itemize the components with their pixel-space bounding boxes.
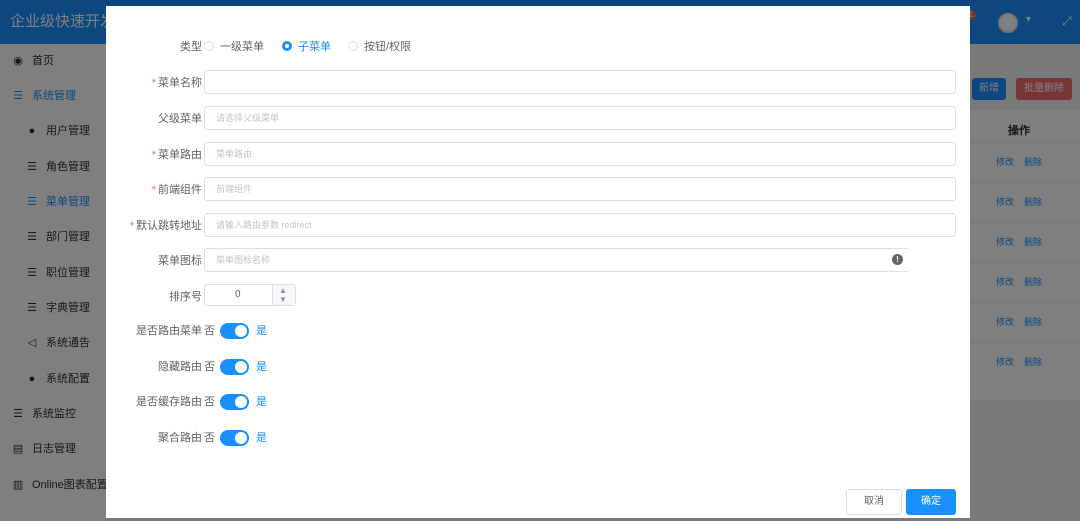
radio-top-level-menu[interactable]: 一级菜单 [204, 40, 264, 54]
switch-off-text: 否 [204, 325, 215, 337]
label-text: 前端组件 [158, 184, 202, 196]
parent-menu-select[interactable]: 请选择父级菜单 [204, 106, 956, 130]
switch-on-text: 是 [256, 325, 267, 337]
menu-name-row: * 菜单名称 [106, 70, 970, 96]
help-icon[interactable]: ! [892, 254, 903, 265]
route-menu-switch-row: 是否路由菜单 否 是 [106, 318, 970, 344]
required-mark: * [151, 149, 156, 161]
chevron-up-icon[interactable]: ▲ [279, 286, 287, 295]
frontend-component-label: * 前端组件 [152, 177, 202, 203]
switch-knob [235, 325, 247, 337]
menu-name-input[interactable] [204, 70, 956, 94]
stepper-arrows: ▲ ▼ [272, 285, 295, 305]
radio-dot-icon [282, 41, 292, 52]
required-mark: * [151, 77, 156, 89]
switch-off-text: 否 [204, 396, 215, 408]
type-label: 类型 [180, 41, 202, 53]
default-redirect-input[interactable]: 请输入路由参数 redirect [204, 213, 956, 237]
cache-route-label: 是否缓存路由 [136, 396, 202, 408]
aggregate-route-switch[interactable] [220, 430, 249, 446]
hide-route-switch-row: 隐藏路由 否 是 [106, 354, 970, 380]
cache-route-switch[interactable] [220, 394, 249, 410]
radio-label: 一级菜单 [220, 41, 264, 53]
radio-label: 子菜单 [298, 41, 331, 53]
cancel-button[interactable]: 取消 [846, 489, 902, 515]
radio-dot-icon [348, 41, 358, 52]
switch-on-text: 是 [256, 361, 267, 373]
switch-on-text: 是 [256, 432, 267, 444]
label-text: 默认跳转地址 [136, 220, 202, 232]
switch-knob [235, 396, 247, 408]
sort-order-row: 排序号 0 ▲ ▼ [106, 284, 970, 310]
parent-menu-row: 父级菜单 请选择父级菜单 [106, 106, 970, 132]
stepper-value: 0 [235, 289, 241, 300]
route-menu-switch[interactable] [220, 323, 249, 339]
menu-route-input[interactable]: 菜单路由 [204, 142, 956, 166]
required-mark: * [129, 220, 134, 232]
menu-icon-label: 菜单图标 [158, 255, 202, 267]
frontend-component-row: * 前端组件 前端组件 [106, 177, 970, 203]
radio-submenu[interactable]: 子菜单 [282, 40, 331, 54]
switch-knob [235, 432, 247, 444]
menu-name-label: * 菜单名称 [152, 70, 202, 96]
menu-icon-input[interactable]: 菜单图标名称 [204, 248, 908, 272]
menu-edit-dialog: 类型 一级菜单 子菜单 按钮/权限 * 菜单名称 父级菜单 请选择父级菜单 * 菜单… [106, 6, 970, 518]
required-mark: * [151, 184, 156, 196]
hide-route-label: 隐藏路由 [158, 361, 202, 373]
default-redirect-label: * 默认跳转地址 [130, 213, 202, 239]
cache-route-switch-row: 是否缓存路由 否 是 [106, 389, 970, 415]
radio-label: 按钮/权限 [364, 41, 412, 53]
aggregate-route-switch-row: 聚合路由 否 是 [106, 425, 970, 451]
default-redirect-row: * 默认跳转地址 请输入路由参数 redirect [106, 213, 970, 239]
menu-route-row: * 菜单路由 菜单路由 [106, 142, 970, 168]
sort-order-stepper[interactable]: 0 ▲ ▼ [204, 284, 296, 306]
radio-dot-icon [204, 41, 214, 52]
hide-route-switch[interactable] [220, 359, 249, 375]
label-text: 菜单名称 [158, 77, 202, 89]
aggregate-route-label: 聚合路由 [158, 432, 202, 444]
sort-order-label: 排序号 [169, 291, 202, 303]
confirm-button[interactable]: 确定 [906, 489, 956, 515]
switch-on-text: 是 [256, 396, 267, 408]
radio-button-permission[interactable]: 按钮/权限 [348, 40, 411, 54]
switch-off-text: 否 [204, 361, 215, 373]
parent-menu-label: 父级菜单 [158, 113, 202, 125]
menu-icon-row: 菜单图标 菜单图标名称 ! [106, 248, 970, 274]
type-row: 类型 一级菜单 子菜单 按钮/权限 [106, 34, 970, 60]
chevron-down-icon[interactable]: ▼ [279, 295, 287, 304]
frontend-component-input[interactable]: 前端组件 [204, 177, 956, 201]
menu-route-label: * 菜单路由 [152, 142, 202, 168]
switch-knob [235, 361, 247, 373]
label-text: 菜单路由 [158, 149, 202, 161]
switch-off-text: 否 [204, 432, 215, 444]
route-menu-label: 是否路由菜单 [136, 325, 202, 337]
